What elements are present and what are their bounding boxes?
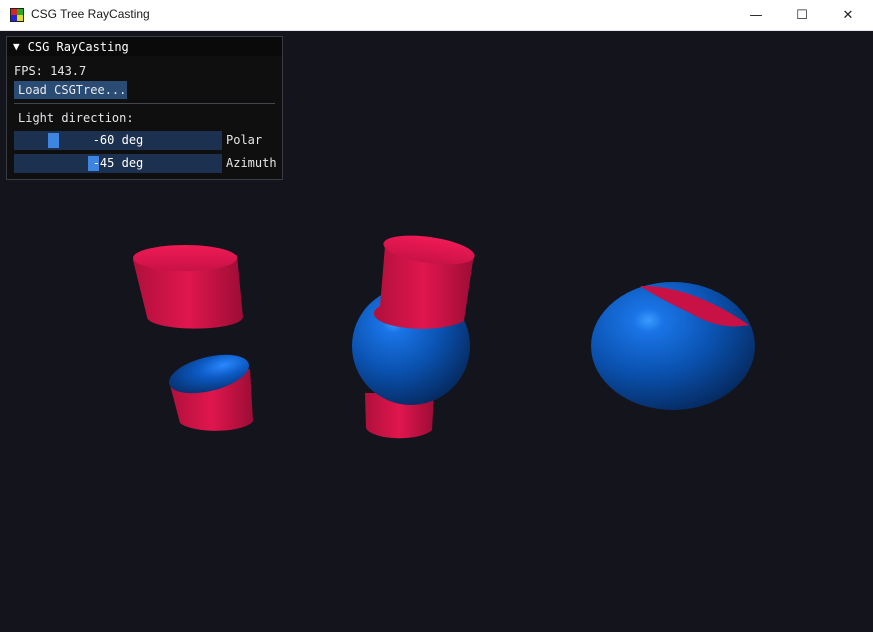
- sphere-cut-right: [591, 282, 755, 410]
- close-button[interactable]: ✕: [825, 0, 871, 30]
- azimuth-label: Azimuth: [226, 156, 277, 170]
- azimuth-slider-value: -45 deg: [92, 156, 144, 170]
- minimize-icon: —: [749, 7, 763, 23]
- load-csgtree-label: Load CSGTree...: [18, 83, 127, 97]
- csg-raycasting-panel[interactable]: ▼ CSG RayCasting FPS: 143.7 Load CSGTree…: [6, 36, 283, 180]
- maximize-icon: ☐: [796, 7, 808, 23]
- maximize-button[interactable]: ☐: [779, 0, 825, 30]
- panel-title: CSG RayCasting: [27, 39, 129, 54]
- window-title: CSG Tree RayCasting: [31, 7, 150, 21]
- light-direction-label: Light direction:: [18, 111, 134, 125]
- load-csgtree-button[interactable]: Load CSGTree...: [14, 81, 127, 99]
- fps-readout: FPS: 143.7: [14, 64, 87, 78]
- close-icon: ✕: [842, 7, 854, 23]
- sphere-cylinder-union: [352, 235, 475, 439]
- app-icon: [10, 8, 24, 22]
- cut-cylinder-left-bottom: [169, 354, 253, 431]
- cone-shape-left-top: [133, 245, 243, 329]
- minimize-button[interactable]: —: [733, 0, 779, 30]
- collapse-arrow-icon[interactable]: ▼: [13, 40, 20, 53]
- azimuth-slider[interactable]: -45 deg: [14, 154, 222, 173]
- separator: [14, 103, 275, 104]
- polar-label: Polar: [226, 133, 263, 147]
- render-viewport[interactable]: ▼ CSG RayCasting FPS: 143.7 Load CSGTree…: [0, 31, 873, 632]
- title-bar[interactable]: CSG Tree RayCasting — ☐ ✕: [0, 0, 873, 31]
- panel-header[interactable]: ▼ CSG RayCasting: [7, 37, 282, 56]
- polar-slider[interactable]: -60 deg: [14, 131, 222, 150]
- polar-slider-value: -60 deg: [92, 133, 144, 147]
